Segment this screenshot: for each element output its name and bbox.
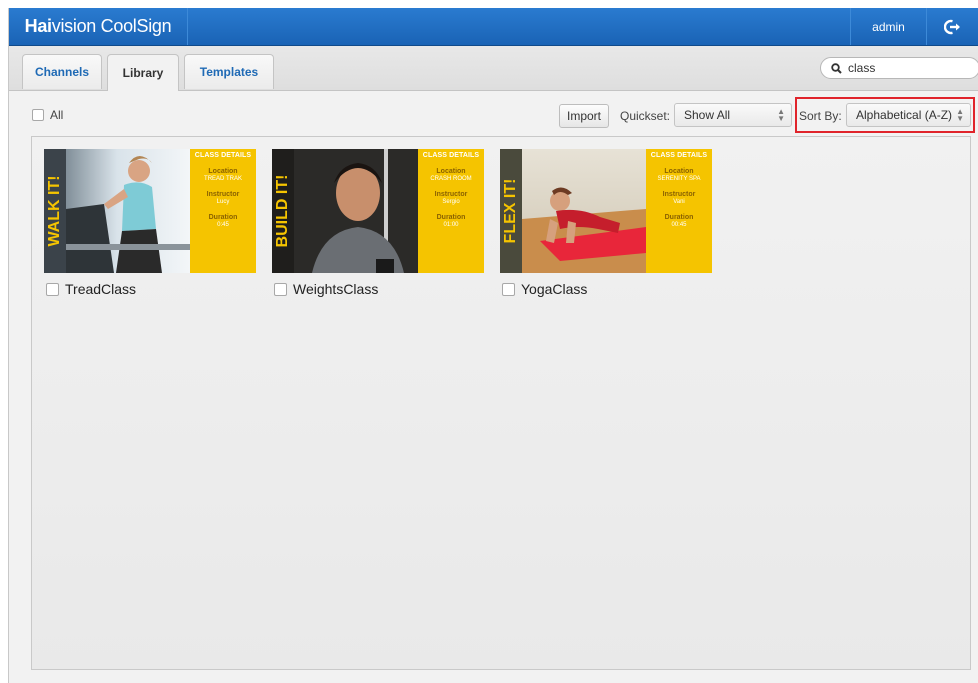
item-details: CLASS DETAILS Location CRASH ROOM Instru… — [418, 149, 484, 273]
search-box[interactable] — [820, 57, 978, 79]
tab-bar: Channels Library Templates — [9, 46, 978, 91]
sort-select[interactable]: Alphabetical (A-Z) ▲ ▼ — [846, 103, 971, 127]
tab-channels[interactable]: Channels — [22, 54, 102, 89]
brand-logo: Hai vision CoolSign — [9, 8, 188, 45]
item-label-row: TreadClass — [44, 281, 256, 297]
import-button[interactable]: Import — [559, 104, 609, 128]
item-checkbox[interactable] — [46, 282, 59, 296]
item-thumbnail[interactable]: BUILD IT! CLASS DETAILS Location CRASH R… — [272, 149, 484, 273]
top-bar: Hai vision CoolSign admin — [9, 8, 978, 46]
item-checkbox[interactable] — [502, 282, 515, 296]
item-details: CLASS DETAILS Location SERENITY SPA Inst… — [646, 149, 712, 273]
select-arrows-icon: ▲ ▼ — [956, 107, 964, 123]
item-label-row: WeightsClass — [272, 281, 484, 297]
quickset-label: Quickset: — [620, 109, 671, 123]
item-banner: WALK IT! — [46, 175, 63, 247]
item-banner: BUILD IT! — [274, 174, 291, 248]
library-item[interactable]: WALK IT! CLASS DETAILS Location TREAD TR… — [44, 149, 256, 297]
sort-label: Sort By: — [799, 109, 842, 123]
item-name: WeightsClass — [293, 281, 379, 297]
search-icon — [831, 62, 842, 74]
logout-icon[interactable] — [927, 8, 978, 45]
select-all-label: All — [50, 108, 64, 122]
quickset-select[interactable]: Show All ▲ ▼ — [674, 103, 792, 127]
item-name: TreadClass — [65, 281, 137, 297]
search-input[interactable] — [846, 60, 970, 76]
library-item[interactable]: BUILD IT! CLASS DETAILS Location CRASH R… — [272, 149, 484, 297]
tab-templates[interactable]: Templates — [184, 54, 274, 89]
user-menu[interactable]: admin — [850, 8, 927, 45]
user-name: admin — [872, 19, 905, 34]
select-arrows-icon: ▲ ▼ — [777, 107, 785, 123]
item-thumbnail[interactable]: WALK IT! CLASS DETAILS Location TREAD TR… — [44, 149, 256, 273]
item-label-row: YogaClass — [500, 281, 712, 297]
select-all[interactable]: All — [32, 108, 63, 122]
item-name: YogaClass — [521, 281, 588, 297]
library-item[interactable]: FLEX IT! CLASS DETAILS Location SERENITY… — [500, 149, 712, 297]
tab-library[interactable]: Library — [107, 54, 179, 91]
item-banner: FLEX IT! — [502, 178, 519, 244]
logout-arrow-icon — [944, 19, 960, 34]
select-all-checkbox[interactable] — [32, 109, 44, 121]
item-thumbnail[interactable]: FLEX IT! CLASS DETAILS Location SERENITY… — [500, 149, 712, 273]
app-frame: Hai vision CoolSign admin Channels Librar… — [8, 8, 978, 683]
item-checkbox[interactable] — [274, 282, 287, 296]
item-details: CLASS DETAILS Location TREAD TRAK Instru… — [190, 149, 256, 273]
